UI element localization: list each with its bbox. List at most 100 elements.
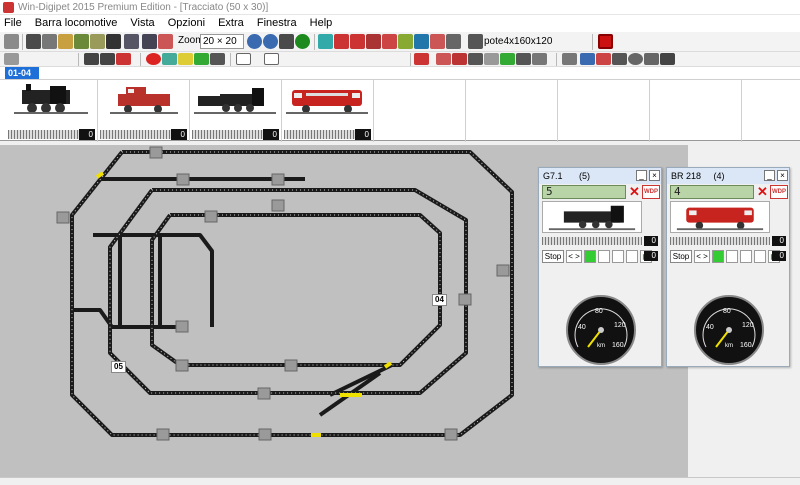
zoom-in-icon[interactable] [247, 34, 262, 49]
light-icon[interactable] [712, 250, 724, 263]
record-icon[interactable] [146, 53, 161, 65]
arrow-icon[interactable] [660, 53, 675, 65]
menu-loco-bar[interactable]: Barra locomotive [30, 15, 123, 32]
loco-controller-g71[interactable]: G7.1 (5) _ × 5 ✕ WDP 0 Stop < > ▶ 0 40 8… [538, 167, 662, 367]
gauge-tick-40: 40 [706, 324, 714, 331]
light-icon[interactable] [584, 250, 596, 263]
toolbar-handle-icon[interactable] [4, 53, 19, 65]
loco-slot-4[interactable]: 0 [282, 80, 374, 142]
gauge-unit: km [725, 343, 733, 349]
stop-button[interactable]: Stop [670, 250, 692, 263]
f2-icon[interactable] [754, 250, 766, 263]
crossing-icon[interactable] [532, 53, 547, 65]
loco-picture-steam-tank [14, 84, 88, 114]
crane-icon[interactable] [210, 53, 225, 65]
kmh-icon[interactable] [628, 53, 643, 65]
wrench-icon[interactable] [430, 34, 445, 49]
minimize-button[interactable]: _ [636, 170, 647, 181]
scale-icon[interactable] [484, 53, 499, 65]
remove-loco-icon[interactable]: ✕ [628, 185, 641, 199]
clock2-icon[interactable] [452, 53, 467, 65]
arrow-up-icon[interactable] [84, 53, 99, 65]
profile-icon[interactable] [446, 34, 461, 49]
loco-controller-br218[interactable]: BR 218 (4) _ × 4 ✕ WDP 0 Stop < > ▶ 0 40… [666, 167, 790, 367]
magnet-icon[interactable] [612, 53, 627, 65]
signal-icon[interactable] [162, 53, 177, 65]
remove-loco-icon[interactable]: ✕ [756, 185, 769, 199]
figure-icon[interactable] [516, 53, 531, 65]
frame-icon[interactable] [264, 53, 279, 65]
tab-01-04[interactable]: 01-04 [5, 67, 39, 79]
checkbox-icon[interactable] [236, 53, 251, 65]
layout-name[interactable]: pote4x160x120 [484, 34, 552, 49]
wagon-icon[interactable] [42, 34, 57, 49]
stop-button[interactable]: Stop [542, 250, 564, 263]
loco-bar: 0 0 0 0 [0, 79, 800, 142]
red-icon[interactable] [116, 53, 131, 65]
loco-slot-controls[interactable] [191, 118, 281, 128]
direction-button[interactable]: < > [694, 250, 710, 263]
car-icon[interactable] [580, 53, 595, 65]
loco-slot-empty[interactable] [650, 80, 742, 142]
menu-extra[interactable]: Extra [213, 15, 249, 32]
edit-icon[interactable] [58, 34, 73, 49]
f1-icon[interactable] [740, 250, 752, 263]
sign-icon[interactable] [398, 34, 413, 49]
stop-sign-icon[interactable] [366, 34, 381, 49]
f1-icon[interactable] [612, 250, 624, 263]
settings-icon[interactable] [106, 34, 121, 49]
tools-icon[interactable] [74, 34, 89, 49]
loco-db-icon[interactable] [4, 34, 19, 49]
loco-slot-empty[interactable] [466, 80, 558, 142]
road-icon[interactable] [562, 53, 577, 65]
sound-icon[interactable] [598, 250, 610, 263]
block-icon[interactable] [382, 34, 397, 49]
menu-window[interactable]: Finestra [252, 15, 302, 32]
shunting-icon[interactable] [644, 53, 659, 65]
arrow-up2-icon[interactable] [100, 53, 115, 65]
minimize-button[interactable]: _ [764, 170, 775, 181]
loco-slot-empty[interactable] [374, 80, 466, 142]
menu-options[interactable]: Opzioni [163, 15, 210, 32]
menu-help[interactable]: Help [305, 15, 338, 32]
clock-icon[interactable] [350, 34, 365, 49]
menu-file[interactable]: File [0, 15, 27, 32]
loco-slot-controls[interactable] [99, 118, 189, 128]
edit-panel-icon[interactable] [436, 53, 451, 65]
tools2-icon[interactable] [90, 34, 105, 49]
loco-slot-empty[interactable] [558, 80, 650, 142]
leaf-icon[interactable] [500, 53, 515, 65]
sound-icon[interactable] [726, 250, 738, 263]
direction-button[interactable]: < > [566, 250, 582, 263]
flag-icon[interactable] [596, 53, 611, 65]
green-check-icon[interactable] [414, 34, 429, 49]
loco-slot-1[interactable]: 0 [6, 80, 98, 142]
go-icon[interactable] [295, 34, 310, 49]
fit-icon[interactable] [279, 34, 294, 49]
close-button[interactable]: × [777, 170, 788, 181]
lightning-icon[interactable] [178, 53, 193, 65]
grid-icon[interactable] [158, 34, 173, 49]
loco-slot-controls[interactable] [7, 118, 97, 128]
printer-icon[interactable] [124, 34, 139, 49]
speed-slider[interactable] [670, 237, 770, 245]
loco-slot-controls[interactable] [283, 118, 373, 128]
controller-address: (4) [713, 171, 725, 181]
traffic-icon[interactable] [194, 53, 209, 65]
binoculars-icon[interactable] [142, 34, 157, 49]
speed-slider[interactable] [542, 237, 642, 245]
loco-slot-3[interactable]: 0 [190, 80, 282, 142]
loco-slot-2[interactable]: 0 [98, 80, 190, 142]
emergency-stop-icon[interactable] [598, 34, 613, 49]
stopwatch-icon[interactable] [468, 53, 483, 65]
close-button[interactable]: × [649, 170, 660, 181]
zoom-out-icon[interactable] [263, 34, 278, 49]
menu-view[interactable]: Vista [125, 15, 159, 32]
f2-icon[interactable] [626, 250, 638, 263]
red-route-icon[interactable] [334, 34, 349, 49]
route-icon[interactable] [318, 34, 333, 49]
loco-icon[interactable] [26, 34, 41, 49]
zoom-select[interactable]: 20 × 20 [200, 34, 244, 49]
red-panel-icon[interactable] [414, 53, 429, 65]
tool-icon[interactable] [468, 34, 483, 49]
